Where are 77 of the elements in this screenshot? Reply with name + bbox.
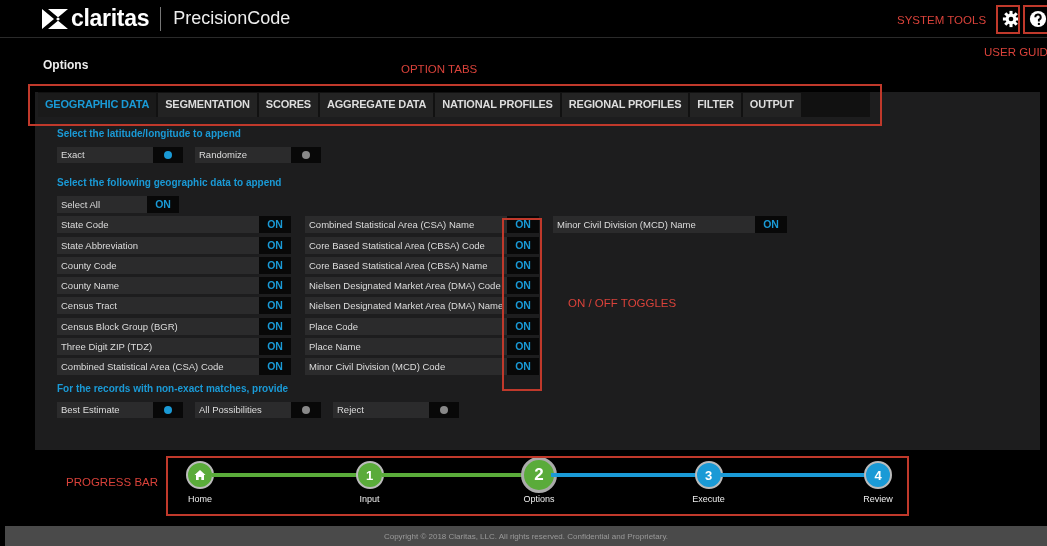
toggle-switch[interactable]: ON (507, 317, 539, 335)
toggle-switch[interactable]: ON (259, 358, 291, 376)
option-label: State Abbreviation (57, 236, 259, 254)
option-label: County Code (57, 256, 259, 274)
option-label: Nielsen Designated Market Area (DMA) Code (305, 277, 507, 295)
option-label: Select All (57, 196, 147, 213)
option-label: Place Name (305, 338, 507, 356)
tab[interactable]: SCORES (258, 93, 320, 117)
annotation-label: USER GUID (984, 46, 1047, 58)
toggle-switch[interactable]: ON (507, 297, 539, 315)
annotation-label: PROGRESS BAR (66, 476, 159, 488)
option-label: Core Based Statistical Area (CBSA) Name (305, 256, 507, 274)
option-label: Nielsen Designated Market Area (DMA) Name (305, 297, 507, 315)
tab[interactable]: SEGMENTATION (158, 93, 259, 117)
radio-button[interactable] (429, 401, 459, 418)
tab[interactable]: FILTER (690, 93, 743, 117)
option-label: All Possibilities (195, 401, 291, 418)
annotation-box (1023, 5, 1047, 34)
toggle-switch[interactable]: ON (507, 277, 539, 295)
option-label: Combined Statistical Area (CSA) Name (305, 216, 507, 234)
toggle-switch[interactable]: ON (259, 236, 291, 254)
logo-icon (42, 6, 68, 31)
option-label: Minor Civil Division (MCD) Code (305, 358, 507, 376)
toggle-switch[interactable]: ON (259, 216, 291, 234)
annotation-label: SYSTEM TOOLS (897, 14, 987, 26)
step-circle[interactable] (186, 461, 214, 489)
tab[interactable]: AGGREGATE DATA (320, 93, 436, 117)
toggle-switch[interactable]: ON (147, 196, 179, 213)
home-icon (194, 469, 206, 481)
page-title: Options (43, 58, 89, 72)
step-label: Home (188, 494, 212, 504)
step-label: Review (863, 494, 893, 504)
section-heading: Select the latitude/longitude to append (57, 127, 242, 141)
toggle-switch[interactable]: ON (259, 317, 291, 335)
product-name: PrecisionCode (173, 8, 291, 29)
radio-button[interactable] (153, 147, 183, 163)
tab[interactable]: REGIONAL PROFILES (561, 93, 691, 117)
option-label: County Name (57, 277, 259, 295)
option-label: Core Based Statistical Area (CBSA) Code (305, 236, 507, 254)
option-label: Exact (57, 147, 153, 163)
annotation-label: OPTION TABS (401, 63, 478, 75)
toggle-switch[interactable]: ON (755, 216, 787, 234)
copyright-text: Copyright © 2018 Claritas, LLC. All rights reserved. Confidential and Proprietary. (383, 531, 669, 541)
toggle-switch[interactable]: ON (507, 256, 539, 274)
tab[interactable]: GEOGRAPHIC DATA (38, 93, 159, 117)
section-heading: Select the following geographic data to append (57, 176, 283, 190)
annotation-box (996, 5, 1020, 34)
step-label: Execute (692, 494, 725, 504)
option-label: Randomize (195, 147, 291, 163)
annotation-label: ON / OFF TOGGLES (568, 297, 677, 309)
tab[interactable]: NATIONAL PROFILES (435, 93, 562, 117)
step-label: Options (523, 494, 555, 504)
settings-icon[interactable] (1002, 9, 1020, 28)
option-label: Minor Civil Division (MCD) Name (553, 216, 755, 234)
option-label: Combined Statistical Area (CSA) Code (57, 358, 259, 376)
tab[interactable]: OUTPUT (742, 93, 803, 117)
toggle-switch[interactable]: ON (259, 256, 291, 274)
option-label: Census Tract (57, 297, 259, 315)
radio-button[interactable] (291, 147, 321, 163)
toggle-switch[interactable]: ON (259, 277, 291, 295)
radio-button[interactable] (291, 401, 321, 418)
option-label: Census Block Group (BGR) (57, 317, 259, 335)
toggle-switch[interactable]: ON (507, 358, 539, 376)
toggle-switch[interactable]: ON (259, 338, 291, 356)
option-label: Three Digit ZIP (TDZ) (57, 338, 259, 356)
toggle-switch[interactable]: ON (259, 297, 291, 315)
radio-button[interactable] (153, 401, 183, 418)
option-label: Reject (333, 401, 429, 418)
section-heading: For the records with non-exact matches, provide (57, 381, 290, 396)
step-label: Input (359, 494, 380, 504)
help-icon[interactable] (1029, 9, 1047, 28)
option-label: Place Code (305, 317, 507, 335)
toggle-switch[interactable]: ON (507, 338, 539, 356)
option-label: State Code (57, 216, 259, 234)
option-label: Best Estimate (57, 401, 153, 418)
toggle-switch[interactable]: ON (507, 236, 539, 254)
logo-text: claritas (71, 5, 150, 32)
